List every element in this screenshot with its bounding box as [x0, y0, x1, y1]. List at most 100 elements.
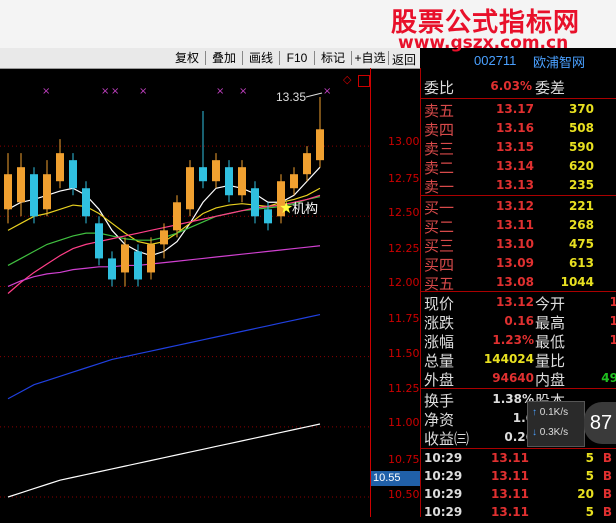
candle-body [212, 160, 220, 182]
bid-row: 买二 13.11 268 [421, 215, 616, 236]
signal-marker: × [111, 86, 119, 97]
ask-price: 13.15 [496, 140, 534, 154]
candle-body [147, 244, 155, 273]
quote-panel-border [420, 68, 421, 517]
download-arrow-icon: ↓ [532, 427, 537, 438]
toolbar-back-button[interactable]: 返回 [390, 52, 418, 68]
kline-chart[interactable]: × × × × × × × 13.35 ★ 机构 [0, 70, 370, 517]
price-label: 11.75 [388, 312, 420, 325]
stat-value: 49 [601, 371, 616, 385]
ask-label: 卖一 [424, 178, 455, 196]
panel-controls[interactable]: ◇ [343, 73, 371, 88]
weibi-value: 6.03% [490, 79, 532, 93]
chart-grid [0, 145, 370, 498]
candle [17, 153, 25, 217]
weibi-label: 委比 [424, 79, 455, 97]
close-icon[interactable] [358, 75, 370, 87]
ask-row: 卖二 13.14 620 [421, 156, 616, 177]
candle-body [95, 223, 103, 259]
ask-volume: 370 [568, 102, 594, 116]
toolbar-draw-button[interactable]: 画线 [244, 50, 278, 66]
bid-volume: 268 [568, 218, 594, 232]
candle-body [43, 174, 51, 210]
tick-row: 10:29 13.11 20 B [421, 485, 616, 505]
bid-price: 13.12 [496, 199, 534, 213]
candle [212, 153, 220, 189]
stat-row: 涨幅 1.23% 最低 1 [421, 330, 616, 351]
bid-volume: 221 [568, 199, 594, 213]
candle [316, 97, 324, 168]
price-label: 12.00 [388, 276, 420, 289]
tick-time: 10:29 [424, 451, 463, 465]
tick-row: 10:29 13.11 5 B [421, 467, 616, 487]
ask-row: 卖四 13.16 508 [421, 118, 616, 139]
stat-value: 144024 [483, 352, 534, 366]
stat-row: 涨跌 0.16 最高 1 [421, 311, 616, 332]
candle-body [186, 167, 194, 210]
tick-time: 10:29 [424, 469, 463, 483]
candle-body [121, 244, 129, 273]
stat-value: 94640 [492, 371, 534, 385]
bid-price: 13.08 [496, 275, 534, 289]
candle-body [290, 174, 298, 189]
ask-price: 13.14 [496, 159, 534, 173]
speed-score-badge[interactable]: 87 [584, 402, 616, 444]
stat-label: 内盘 [535, 371, 566, 389]
ask-price: 13.16 [496, 121, 534, 135]
candle-body [17, 167, 25, 203]
price-label: 12.50 [388, 206, 420, 219]
toolbar-overlay-button[interactable]: 叠加 [207, 50, 241, 66]
signal-marker: × [323, 86, 331, 97]
ask-price: 13.17 [496, 102, 534, 116]
ask-volume: 620 [568, 159, 594, 173]
price-label: 11.00 [388, 416, 420, 429]
upload-speed: 0.1K/s [539, 407, 569, 418]
tick-side: B [602, 487, 612, 501]
toolbar-add-watchlist-button[interactable]: +自选 [353, 50, 387, 66]
bid-volume: 613 [568, 256, 594, 270]
bid-row: 买四 13.09 613 [421, 253, 616, 274]
stat-value: 0.16 [504, 314, 534, 328]
toolbar-mark-button[interactable]: 标记 [316, 50, 350, 66]
tick-row: 10:29 13.11 5 B [421, 449, 616, 469]
toolbar-fuquan-button[interactable]: 复权 [170, 50, 204, 66]
price-label: 12.75 [388, 172, 420, 185]
candle-body [160, 230, 168, 245]
weibi-row: 委比 6.03% 委差 [421, 76, 616, 97]
candle [43, 160, 51, 217]
diamond-icon: ◇ [343, 73, 352, 86]
candle [134, 244, 142, 287]
candle [290, 167, 298, 196]
candle [186, 160, 194, 217]
candle-body [4, 174, 12, 210]
candle [4, 153, 12, 224]
current-price-tag: 10.55 [371, 471, 421, 486]
bid-price: 13.11 [496, 218, 534, 232]
chart-toolbar: 复权 叠加 画线 F10 标记 +自选 返回 [0, 48, 420, 69]
candle [251, 181, 259, 224]
marker-label: 机构 [292, 202, 318, 217]
candle [303, 146, 311, 182]
tick-volume: 5 [585, 469, 594, 483]
network-speed-widget[interactable]: ↑ 0.1K/s ↓ 0.3K/s [527, 401, 585, 447]
candle [82, 181, 90, 224]
candles [4, 97, 324, 287]
ask-row: 卖五 13.17 370 [421, 99, 616, 120]
tick-price: 13.11 [491, 451, 529, 465]
ask-row: 卖一 13.13 235 [421, 175, 616, 196]
candle-body [238, 167, 246, 196]
stat-row: 外盘 94640 内盘 49 [421, 368, 616, 389]
ask-volume: 590 [568, 140, 594, 154]
tick-side: B [602, 469, 612, 483]
price-label: 13.00 [388, 135, 420, 148]
stat-value: 1 [609, 314, 616, 328]
candle [108, 251, 116, 287]
toolbar-f10-button[interactable]: F10 [281, 50, 313, 66]
candle-body [173, 202, 181, 231]
stat-label: 收益㈢ [424, 430, 470, 448]
bid-volume: 1044 [560, 275, 594, 289]
signal-marker: × [42, 86, 50, 97]
price-label: 10.50 [388, 488, 420, 501]
candle-body [134, 251, 142, 280]
bid-row: 买五 13.08 1044 [421, 272, 616, 293]
